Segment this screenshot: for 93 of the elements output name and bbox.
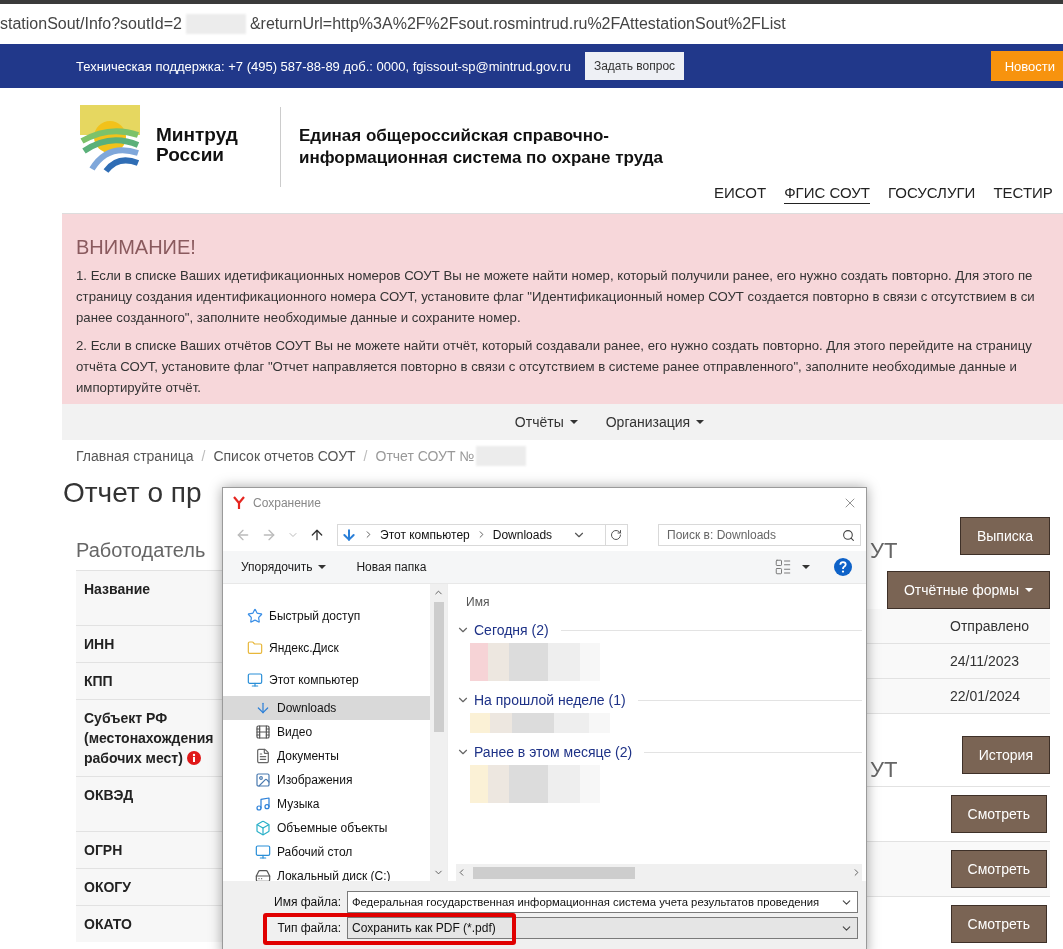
help-icon[interactable] [834,558,852,576]
file-group-header[interactable]: На прошлой неделе (1) [456,687,866,713]
nav-item[interactable]: Этот компьютер [223,664,430,696]
caret-icon [1025,588,1033,592]
caret-icon [696,420,705,424]
field-label: ИНН [84,635,116,654]
folder-icon [247,640,263,656]
nav-link[interactable]: ГОСУСЛУГИ [887,184,976,204]
warning-text-line: 2. Если в списке Ваших отчётов СОУТ Вы не можете найти отчёт, который создавали ранее, его нужно создать повторно. Для этого перейдите на страницу [76,337,1032,355]
ask-question-button[interactable]: Задать вопрос [584,52,685,80]
nav-item[interactable]: Изображения [223,768,430,792]
field-label: Субъект РФ (местонахождения рабочих мест) [84,709,214,768]
breadcrumb-separator: / [363,448,368,464]
view-button[interactable]: Смотреть [950,850,1047,888]
field-label: Название [84,580,152,599]
organize-button[interactable]: Упорядочить [241,560,327,574]
warning-title: ВНИМАНИЕ! [76,236,196,259]
breadcrumb-link[interactable]: Главная страница [76,448,194,464]
file-group-header[interactable]: Сегодня (2) [456,617,866,643]
ministry-logo [80,105,140,173]
nav-link[interactable]: ТЕСТИР [993,184,1053,204]
field-label: Имя файла: [273,895,342,909]
nav-item[interactable]: Видео [223,720,430,744]
drive-icon [255,868,271,884]
url-text: stationSout/Info?soutId=2 [0,15,182,33]
list-view-icon [774,558,792,576]
view-options-button[interactable] [774,558,810,576]
music-note-icon [255,796,271,812]
monitor-icon [247,672,263,688]
search-field[interactable]: Поиск в: Downloads [658,523,861,546]
page-title: Отчет о пр [63,477,202,508]
file-name-field[interactable]: Федеральная государственная информационная система учета результатов проведения [347,891,858,913]
monitor-icon [255,844,271,860]
column-header[interactable]: Имя [456,589,490,615]
nav-item[interactable]: Объемные объекты [223,816,430,840]
warning-text-line: ранее созданного", заполните необходимые данные и сохраните номер. [76,309,521,327]
nav-item[interactable]: Downloads [223,696,430,720]
table-cell: 24/11/2023 [950,653,1020,669]
nav-link[interactable]: ФГИС СОУТ [784,184,870,204]
warning-text-line: 1. Если в списке Ваших идетификационных номеров СОУТ Вы не можете найти номер, который получили ранее, его нужно создать повторно. Для этого пе [76,267,1033,285]
field-label: КПП [84,672,114,691]
cube-icon [255,820,271,836]
site-title: Единая общероссийская справочно-информационная система по охране труда [299,125,664,169]
search-icon [842,528,855,542]
section-title: УТ [870,758,898,782]
file-type-select[interactable]: Сохранить как PDF (*.pdf) [347,917,858,939]
new-folder-button[interactable]: Новая папка [356,560,427,574]
address-field[interactable]: Этот компьютер Downloads [337,523,628,546]
url-text: &returnUrl=http%3A%2F%2Fsout.rosmintrud.ru%2FAttestationSout%2FList [249,15,786,33]
field-label: Тип файла: [276,921,342,935]
view-button[interactable]: Смотреть [950,905,1047,943]
file-group-header[interactable]: Ранее в этом месяце (2) [456,739,866,765]
field-label: ОКОГУ [84,878,132,897]
table-cell: 22/01/2024 [950,688,1021,704]
brand-name: Минтруд России [156,125,239,165]
warning-text-line: страницу создания идентификационного номера СОУТ, установите флаг "Идентификационный номер СОУТ создается повторно в связи с отсутствием в си [76,288,1035,306]
dialog-title: Сохранение [253,496,321,510]
caret-icon [569,420,578,424]
browser-logo-icon [233,496,245,510]
support-text: Техническая поддержка: +7 (495) 587-88-89 доб.: 0000, fgissout-sp@mintrud.gov.ru [76,58,571,74]
caret-icon [802,565,810,569]
breadcrumb-link[interactable]: Список отчетов СОУТ [213,448,356,464]
menu-dropdown[interactable]: Организация [605,414,705,430]
film-icon [255,724,271,740]
nav-link[interactable]: ЕИСОТ [714,184,767,204]
nav-item[interactable]: Быстрый доступ [223,600,430,632]
table-cell: Отправлено [950,618,1030,634]
nav-item[interactable]: Документы [223,744,430,768]
caret-icon [318,565,327,569]
report-forms-button[interactable]: Отчётные формы [886,571,1050,609]
nav-item[interactable]: Яндекс.Диск [223,632,430,664]
image-icon [255,772,271,788]
vertical-scrollbar[interactable] [430,584,447,881]
menu-dropdown[interactable]: Отчёты [514,414,578,430]
nav-item[interactable]: Рабочий стол [223,840,430,864]
warning-text-line: импортируйте отчёт. [76,379,201,397]
star-icon [247,608,263,624]
horizontal-scrollbar[interactable] [456,864,862,881]
field-label: ОКВЭД [84,786,135,805]
view-button[interactable]: Смотреть [950,795,1047,833]
path-segment[interactable]: Этот компьютер [380,527,470,542]
field-label: ОКАТО [84,915,133,934]
nav-item[interactable]: Музыка [223,792,430,816]
refresh-icon [610,528,623,541]
section-title: УТ [870,539,898,563]
breadcrumb-separator: / [201,448,206,464]
history-button[interactable]: История [961,736,1050,774]
document-icon [255,748,271,764]
path-segment[interactable]: Downloads [492,527,553,542]
extract-button[interactable]: Выписка [959,517,1050,555]
warning-text-line: отчёта СОУТ, установите флаг "Отчет направляется повторно в связи с отсутствием в системе ранее отправленного", заполните необходимые данные и [76,358,1017,376]
section-title: Работодатель [76,539,206,562]
field-label: ОГРН [84,841,124,860]
